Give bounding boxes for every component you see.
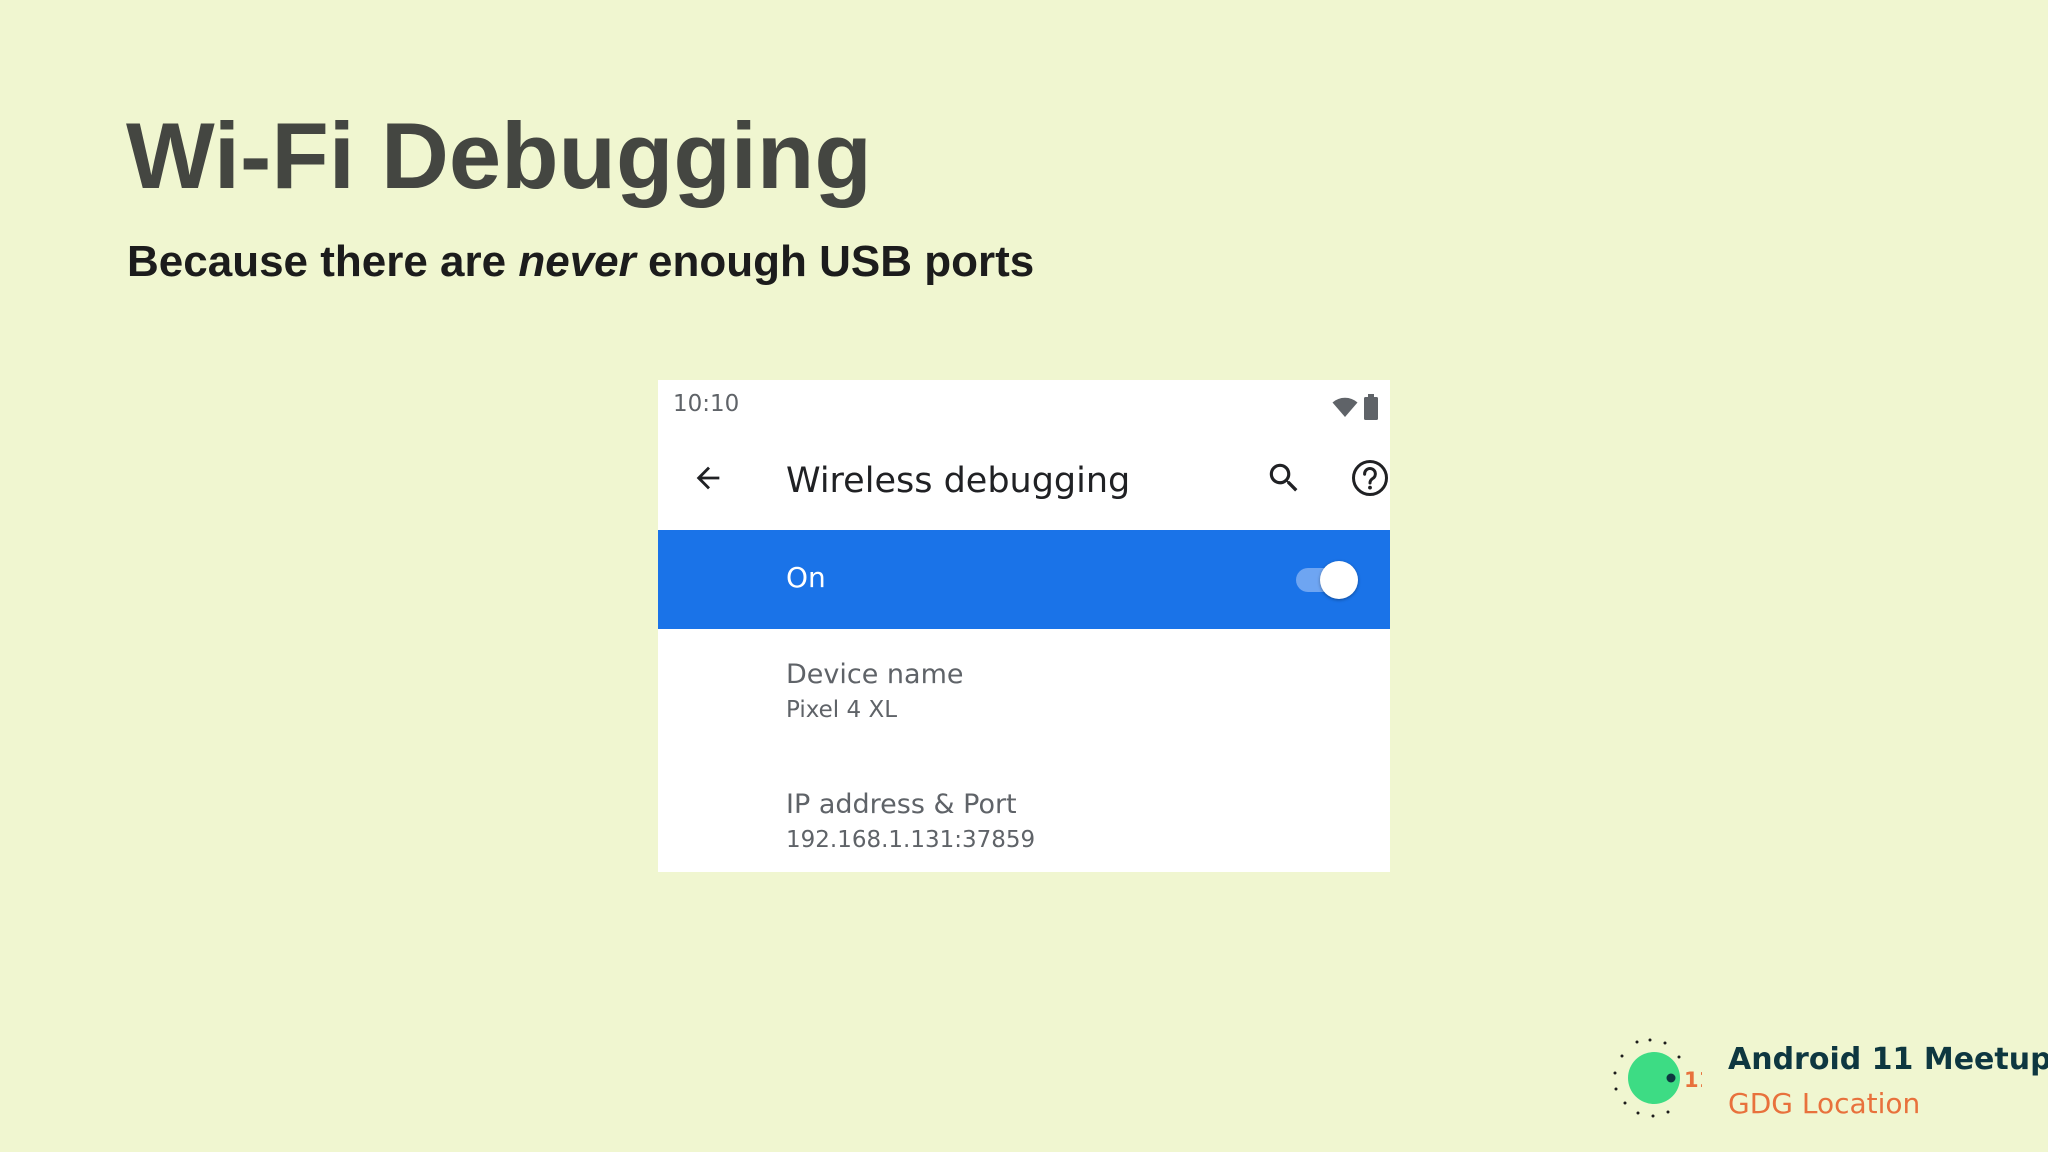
ip-address-value: 192.168.1.131:37859: [786, 827, 1036, 853]
help-icon: [1350, 458, 1390, 502]
help-button[interactable]: [1346, 456, 1390, 504]
main-switch-label: On: [786, 561, 826, 594]
search-icon: [1265, 459, 1303, 501]
switch-thumb: [1320, 561, 1358, 599]
logo-number: 11: [1684, 1068, 1702, 1092]
main-switch-bar[interactable]: On: [658, 530, 1390, 629]
status-time: 10:10: [673, 391, 740, 417]
ip-address-preference[interactable]: IP address & Port 192.168.1.131:37859: [658, 757, 1390, 872]
status-icons: [1332, 394, 1378, 424]
back-arrow-icon: [691, 461, 725, 499]
slide-subtitle: Because there are never enough USB ports: [127, 236, 1034, 289]
device-name-value: Pixel 4 XL: [786, 697, 898, 723]
status-bar: 10:10: [658, 380, 1390, 432]
back-button[interactable]: [684, 456, 732, 504]
subtitle-text-start: Because there are: [127, 237, 519, 286]
phone-screenshot: 10:10 Wireless debugging On Device name …: [658, 380, 1390, 872]
ip-address-title: IP address & Port: [786, 789, 1017, 820]
device-name-title: Device name: [786, 659, 964, 690]
app-bar-title: Wireless debugging: [786, 461, 1131, 501]
device-name-preference[interactable]: Device name Pixel 4 XL: [658, 629, 1390, 757]
wifi-icon: [1332, 396, 1358, 422]
app-bar: Wireless debugging: [658, 432, 1390, 530]
brand-subtitle: GDG Location: [1728, 1087, 1921, 1120]
battery-icon: [1364, 394, 1378, 424]
subtitle-text-end: enough USB ports: [635, 237, 1035, 286]
brand-title: Android 11 Meetups: [1728, 1042, 2048, 1077]
android-11-logo: 11: [1612, 1036, 1713, 1120]
slide-title: Wi-Fi Debugging: [126, 103, 872, 208]
subtitle-emphasis: never: [518, 237, 636, 286]
search-button[interactable]: [1260, 456, 1308, 504]
main-switch-toggle[interactable]: [1296, 561, 1358, 599]
